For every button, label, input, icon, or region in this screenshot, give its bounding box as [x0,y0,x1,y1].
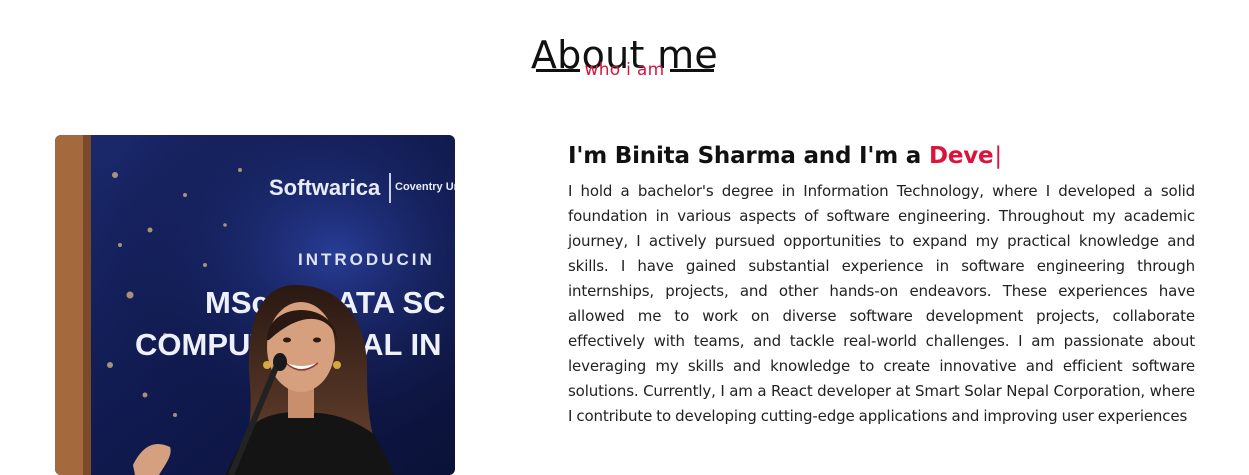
backdrop-brand: Softwarica [269,175,381,200]
subtitle-divider-right [669,68,714,72]
about-content: I'm Binita Sharma and I'm a Deve| I hold… [568,143,1195,444]
profile-photo: Softwarica Coventry University INTRODUCI… [55,135,455,475]
subtitle-divider-left [535,68,580,72]
typing-cursor: | [994,143,1002,169]
backdrop-line-1: INTRODUCIN [298,250,435,269]
section-subtitle-row: who i am [0,60,1249,80]
section-subtitle: who i am [584,60,665,80]
bio-paragraph: I hold a bachelor's degree in Informatio… [568,182,1195,425]
typed-role-text: Deve [928,143,994,169]
intro-prefix: I'm Binita Sharma and I'm a [568,143,929,169]
intro-heading: I'm Binita Sharma and I'm a Deve| [568,143,1195,169]
backdrop-partner: Coventry University [395,181,455,193]
